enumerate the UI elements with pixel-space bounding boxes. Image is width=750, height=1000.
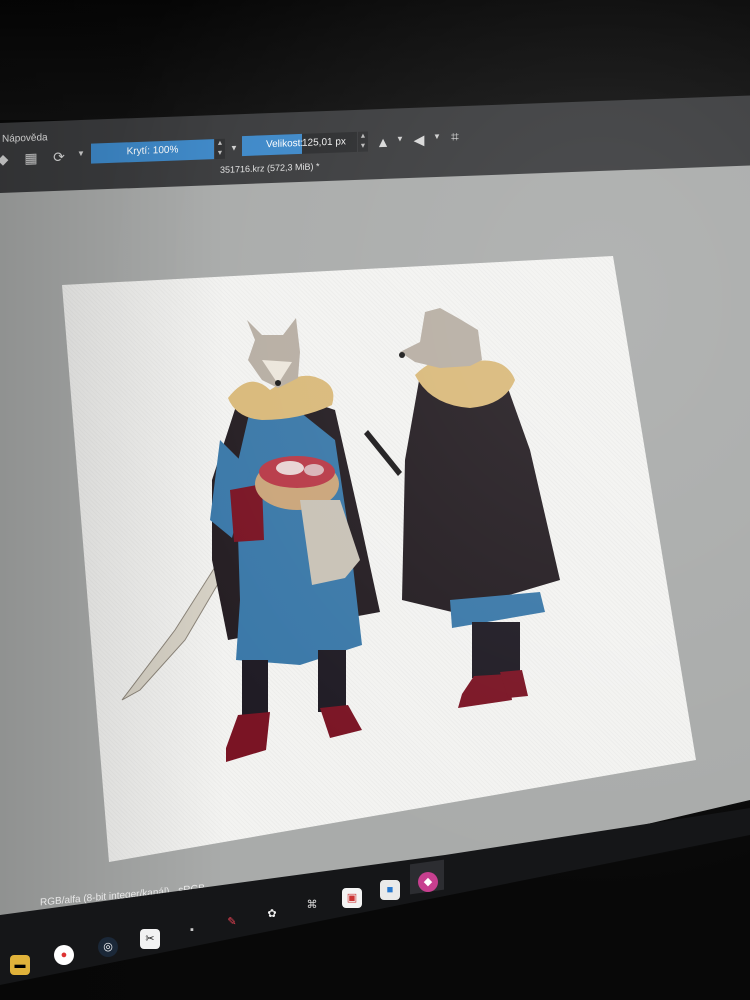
app-icon-3[interactable]: ▣	[342, 888, 362, 908]
folder-icon[interactable]: ▬	[10, 955, 30, 975]
capcut-icon[interactable]: ✂	[140, 929, 160, 949]
steam-icon[interactable]: ◎	[98, 937, 118, 957]
wolf-front-figure	[121, 318, 380, 762]
wolf-side-figure	[364, 308, 560, 708]
app-icon[interactable]: ▪	[182, 920, 202, 940]
app-icon-4[interactable]: ■	[380, 880, 400, 900]
krita-icon[interactable]: ◆	[418, 872, 438, 892]
paint-icon[interactable]: ✿	[262, 904, 282, 924]
app-icon-2[interactable]: ⌘	[302, 895, 322, 915]
chrome-icon[interactable]: ●	[54, 945, 74, 965]
pen-icon[interactable]: ✎	[222, 912, 242, 932]
